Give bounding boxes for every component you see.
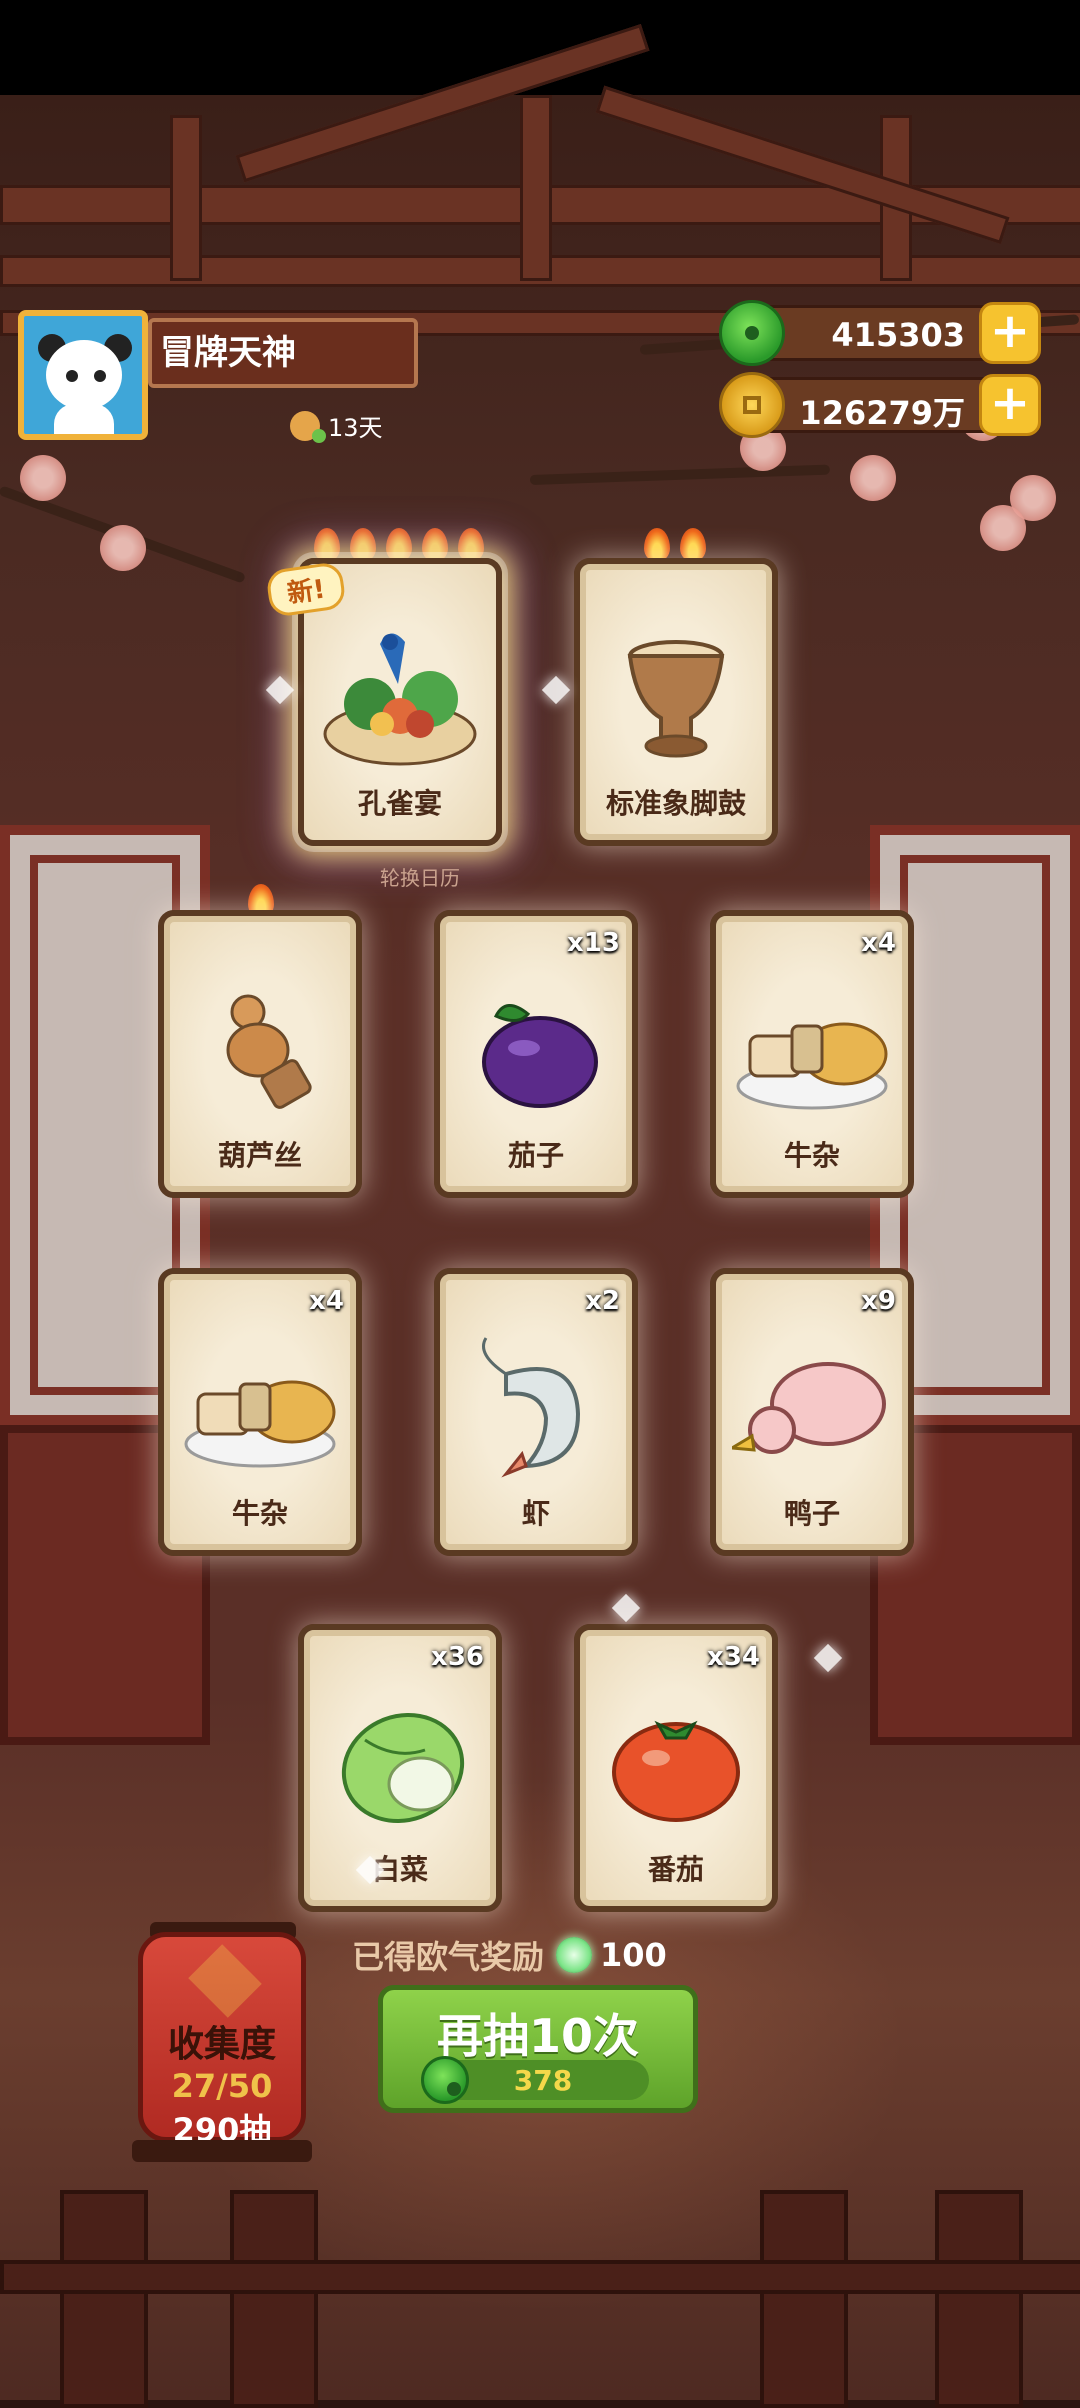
- fire-icon: [422, 528, 448, 562]
- card-count: x4: [309, 1286, 344, 1316]
- lantern-tag: [188, 1944, 262, 2018]
- cabbage-icon: [341, 1713, 465, 1823]
- draw-button-label: 再抽10次: [436, 2009, 639, 2063]
- lantern-base: [132, 2140, 312, 2162]
- gourd-icon: [290, 410, 326, 443]
- panda-body: [54, 404, 114, 434]
- card-name: 牛杂: [783, 1139, 840, 1172]
- roof-post: [520, 95, 552, 281]
- card-count: x13: [567, 928, 620, 958]
- reward-value: 100: [600, 1936, 667, 1974]
- gold-amount: 126279万: [799, 394, 965, 432]
- card-shrimp[interactable]: x2 虾: [434, 1268, 638, 1556]
- card-duck[interactable]: x9 鸭子: [710, 1268, 914, 1556]
- card-beef-offal[interactable]: x4 牛杂: [710, 910, 914, 1198]
- gold-currency: 126279万 +: [719, 372, 1041, 438]
- card-name: 白菜: [371, 1853, 428, 1886]
- add-jade-button[interactable]: +: [979, 302, 1041, 364]
- card-beef-offal-2[interactable]: x4 牛杂: [158, 1268, 362, 1556]
- fire-icon: [350, 528, 376, 562]
- card-name: 葫芦丝: [217, 1139, 302, 1172]
- railing-post: [230, 2190, 318, 2408]
- railing-post: [60, 2190, 148, 2408]
- card-hulusi[interactable]: 葫芦丝: [158, 910, 362, 1198]
- draw-cost-value: 378: [513, 2064, 573, 2097]
- card-tomato[interactable]: x34 番茄: [574, 1624, 778, 1912]
- fire-icon: [314, 528, 340, 562]
- player-name[interactable]: 冒牌天神: [148, 318, 418, 388]
- collection-label: 收集度: [167, 2024, 276, 2065]
- blossom: [100, 525, 146, 571]
- panda-eye: [94, 370, 106, 382]
- railing-bar: [0, 2260, 1080, 2294]
- gold-coin-icon: [719, 372, 785, 438]
- shrimp-icon: [482, 1337, 581, 1478]
- card-eggplant[interactable]: x13 茄子: [434, 910, 638, 1198]
- card-name: 牛杂: [231, 1497, 288, 1530]
- panda-face: [46, 340, 122, 410]
- draw-cost: 378: [421, 2056, 649, 2104]
- card-name: 孔雀宴: [357, 787, 442, 820]
- add-gold-button[interactable]: +: [979, 374, 1041, 436]
- beef-offal-icon: [736, 1022, 888, 1110]
- card-cabbage[interactable]: x36 白菜: [298, 1624, 502, 1912]
- collection-lantern[interactable]: 收集度 27/50 290抽: [138, 1932, 306, 2149]
- card-count: x2: [585, 1286, 620, 1316]
- card-count: x36: [431, 1642, 484, 1672]
- card-name: 鸭子: [783, 1497, 840, 1530]
- collection-progress: 27/50: [171, 2067, 273, 2105]
- days-label: 13天: [328, 414, 383, 442]
- tomato-icon: [612, 1720, 740, 1822]
- drum-icon: [627, 640, 725, 758]
- branch: [529, 464, 830, 485]
- card-elephant-foot-drum[interactable]: 标准象脚鼓: [574, 558, 778, 846]
- blossom: [20, 455, 66, 501]
- jade-icon: [719, 300, 785, 366]
- fire-icon: [386, 528, 412, 562]
- card-name: 番茄: [647, 1853, 704, 1886]
- card-name: 标准象脚鼓: [605, 787, 746, 820]
- draw-10-button[interactable]: 再抽10次 378: [378, 1985, 698, 2113]
- jade-amount: 415303: [831, 316, 965, 354]
- railing-post: [935, 2190, 1023, 2408]
- railing-post: [760, 2190, 848, 2408]
- card-name: 茄子: [507, 1139, 564, 1172]
- hulusi-icon: [226, 994, 312, 1109]
- luck-gem-icon: [556, 1937, 593, 1973]
- jade-currency: 415303 +: [719, 300, 1041, 366]
- card-count: x34: [707, 1642, 760, 1672]
- card-name: 虾: [521, 1497, 550, 1530]
- panda-eye: [66, 370, 78, 382]
- eggplant-icon: [482, 1004, 598, 1108]
- fire-icon: [458, 528, 484, 562]
- peacock-feast-icon: [323, 633, 477, 766]
- luck-reward: 已得欧气奖励 100: [352, 1932, 667, 1978]
- card-count: x9: [861, 1286, 896, 1316]
- player-avatar[interactable]: [18, 310, 148, 440]
- beef-offal-icon: [184, 1380, 336, 1468]
- blossom: [980, 505, 1026, 551]
- login-days: 13天: [290, 408, 383, 443]
- fire-icon: [644, 528, 670, 562]
- reward-label: 已得欧气奖励: [352, 1938, 545, 1976]
- blossom: [850, 455, 896, 501]
- card-count: x4: [861, 928, 896, 958]
- rotation-calendar-note: 轮换日历: [380, 866, 460, 890]
- duck-icon: [732, 1362, 886, 1454]
- roof-post: [170, 115, 202, 281]
- fire-icon: [680, 528, 706, 562]
